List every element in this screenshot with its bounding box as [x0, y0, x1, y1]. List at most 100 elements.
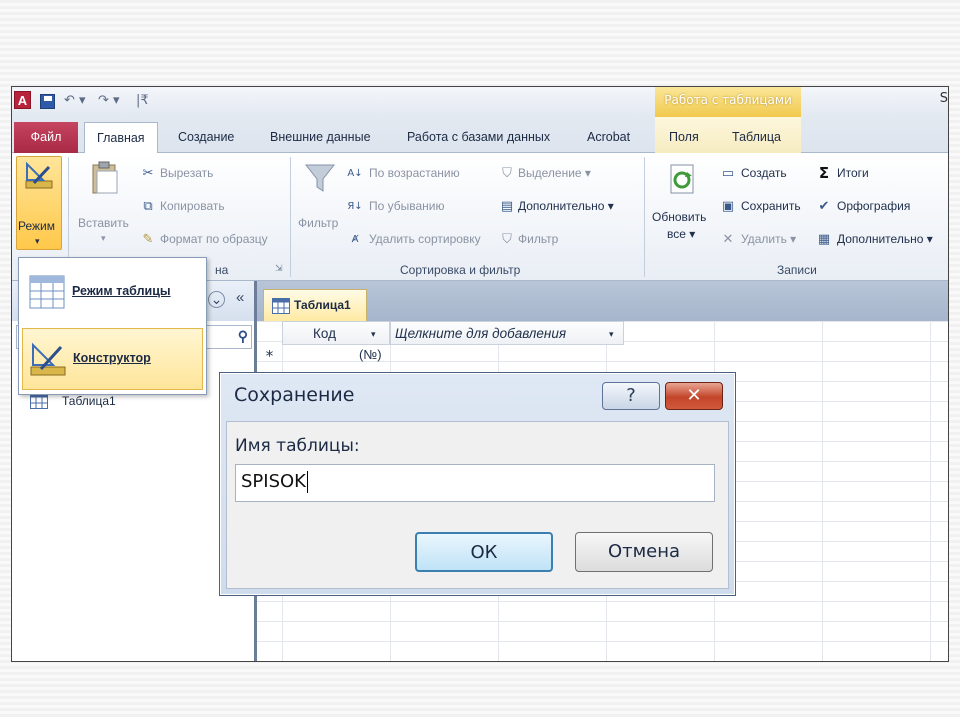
redo-icon[interactable]: ↷ ▾: [98, 92, 120, 110]
access-app-icon[interactable]: A: [14, 91, 31, 109]
sort-filter-group-label: Сортировка и фильтр: [400, 263, 521, 277]
undo-icon[interactable]: ↶ ▾: [64, 92, 86, 110]
column-header-add[interactable]: Щелкните для добавления ▾: [390, 321, 624, 345]
save-record-icon: ▣: [721, 199, 735, 214]
menu-item-label: Режим таблицы: [72, 284, 171, 298]
view-mode-button[interactable]: Режим ▾: [16, 156, 62, 250]
tab-create[interactable]: Создание: [166, 122, 246, 153]
filter-icon[interactable]: [304, 161, 336, 195]
quick-access-toolbar: A ↶ ▾ ↷ ▾ |₹ Работа с таблицами S: [12, 87, 948, 117]
new-record-icon: ▭: [721, 166, 735, 181]
chevron-down-icon: ▾: [35, 236, 40, 246]
table-icon: [30, 393, 48, 409]
help-icon: ?: [626, 385, 636, 406]
totals-icon: Σ: [818, 164, 830, 182]
close-button[interactable]: ✕: [665, 382, 723, 410]
refresh-all-chevron[interactable]: все ▾: [667, 227, 695, 241]
save-dialog: Сохранение ? ✕ Имя таблицы: SPISOK ОК От…: [219, 372, 736, 596]
save-icon[interactable]: [40, 94, 55, 109]
tab-database-tools[interactable]: Работа с базами данных: [395, 122, 562, 153]
tab-acrobat[interactable]: Acrobat: [575, 122, 642, 153]
column-dropdown-icon[interactable]: ▾: [371, 329, 376, 340]
sort-ascending-icon: А↓: [347, 168, 363, 179]
nav-collapse-icon[interactable]: «: [236, 289, 244, 306]
tab-fields[interactable]: Поля: [657, 122, 711, 153]
sort-ascending-button[interactable]: По возрастанию: [369, 166, 460, 180]
sort-descending-icon: Я↓: [347, 201, 363, 212]
clipboard-group-label: на: [215, 263, 229, 277]
table-icon: [272, 298, 290, 314]
ok-button[interactable]: ОК: [415, 532, 553, 572]
search-icon[interactable]: ⚲: [238, 328, 248, 345]
toggle-filter-icon: ⛉: [502, 232, 512, 247]
spelling-icon: ✔: [818, 199, 830, 214]
new-record-button[interactable]: Создать: [741, 166, 787, 180]
filter-label[interactable]: Фильтр: [298, 216, 338, 230]
group-separator: [644, 157, 645, 277]
menu-item-label: Конструктор: [73, 351, 151, 365]
tab-file[interactable]: Файл: [14, 122, 78, 153]
tab-table[interactable]: Таблица: [720, 122, 793, 153]
selection-button[interactable]: Выделение ▾: [518, 166, 591, 180]
totals-button[interactable]: Итоги: [837, 166, 869, 180]
refresh-all-label[interactable]: Обновить: [652, 210, 706, 224]
design-view-icon: [25, 161, 53, 189]
dialog-body: Имя таблицы: SPISOK ОК Отмена: [226, 421, 729, 589]
clipboard-launcher-icon[interactable]: ⇲: [275, 263, 283, 274]
column-header-label: Код: [313, 326, 336, 341]
more-records-icon: ▦: [817, 232, 831, 247]
new-record-marker[interactable]: *: [257, 345, 282, 365]
column-header-label: Щелкните для добавления: [395, 326, 567, 341]
paste-chevron-icon[interactable]: ▾: [101, 233, 106, 244]
tab-home[interactable]: Главная: [84, 122, 158, 153]
customize-qat-icon[interactable]: |₹: [136, 92, 149, 110]
help-button[interactable]: ?: [602, 382, 660, 410]
nav-dropdown-icon[interactable]: ⌄: [208, 291, 225, 308]
nav-item-label: Таблица1: [62, 394, 116, 408]
remove-sort-icon: Ⱥ: [351, 234, 359, 245]
format-painter-button[interactable]: Формат по образцу: [160, 232, 268, 246]
paste-icon[interactable]: [89, 161, 121, 195]
advanced-filter-button[interactable]: Дополнительно ▾: [518, 199, 614, 213]
dialog-title: Сохранение: [234, 384, 355, 406]
new-record-id-cell[interactable]: (№): [359, 347, 382, 362]
close-icon: ✕: [686, 385, 702, 406]
table-name-label: Имя таблицы:: [235, 436, 360, 456]
remove-sort-button[interactable]: Удалить сортировку: [369, 232, 481, 246]
save-record-button[interactable]: Сохранить: [741, 199, 801, 213]
paste-label[interactable]: Вставить: [78, 216, 129, 230]
ribbon-tabs: Файл Главная Создание Внешние данные Раб…: [12, 117, 948, 153]
menu-item-datasheet-view[interactable]: Режим таблицы: [22, 262, 203, 324]
tab-external-data[interactable]: Внешние данные: [258, 122, 383, 153]
selection-filter-icon: ⛉: [502, 166, 512, 181]
cancel-button[interactable]: Отмена: [575, 532, 713, 572]
design-view-icon: [30, 342, 66, 376]
delete-record-button[interactable]: Удалить ▾: [741, 232, 796, 246]
cut-button[interactable]: Вырезать: [160, 166, 213, 180]
refresh-all-icon[interactable]: [667, 163, 699, 197]
document-tabbar: Таблица1: [257, 281, 948, 321]
spelling-button[interactable]: Орфография: [837, 199, 910, 213]
document-tab-label: Таблица1: [294, 298, 351, 312]
access-window: A ↶ ▾ ↷ ▾ |₹ Работа с таблицами S Файл Г…: [11, 86, 949, 662]
text-caret: [307, 471, 308, 493]
contextual-tab-band: Работа с таблицами: [655, 87, 801, 117]
cut-icon: ✂: [142, 166, 154, 181]
records-group-label: Записи: [777, 263, 817, 277]
view-mode-menu: Режим таблицы Конструктор: [18, 257, 207, 395]
group-separator: [290, 157, 291, 277]
table-name-value: SPISOK: [241, 471, 306, 492]
window-title: S: [939, 91, 948, 106]
toggle-filter-button[interactable]: Фильтр: [518, 232, 558, 246]
copy-button[interactable]: Копировать: [160, 199, 225, 213]
sort-descending-button[interactable]: По убыванию: [369, 199, 445, 213]
view-mode-label: Режим: [18, 219, 55, 233]
document-tab-table1[interactable]: Таблица1: [263, 289, 367, 321]
column-header-id[interactable]: Код ▾: [282, 321, 390, 345]
menu-item-design-view[interactable]: Конструктор: [22, 328, 203, 390]
more-records-button[interactable]: Дополнительно ▾: [837, 232, 933, 246]
delete-record-icon: ✕: [722, 232, 734, 247]
advanced-filter-icon: ▤: [500, 199, 514, 214]
table-name-input[interactable]: SPISOK: [235, 464, 715, 502]
column-dropdown-icon[interactable]: ▾: [609, 329, 614, 340]
